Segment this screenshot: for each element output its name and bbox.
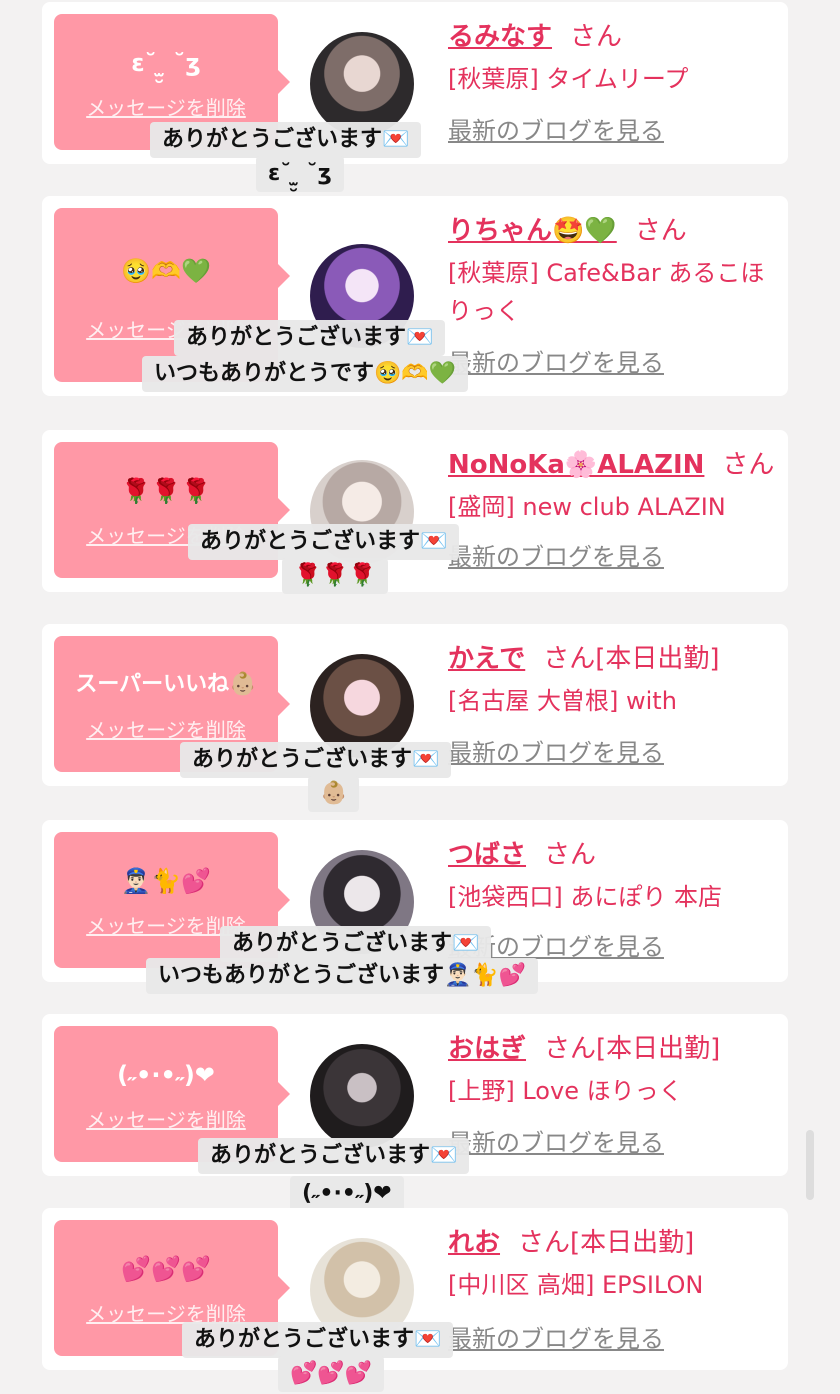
- sender-name-row: NoNoKa🌸ALAZIN さん: [448, 448, 788, 482]
- caption-line: ありがとうございます💌: [150, 122, 422, 158]
- blog-link[interactable]: 最新のブログを見る: [448, 542, 664, 572]
- scrollbar[interactable]: [806, 1130, 814, 1200]
- sender-name-link[interactable]: るみなす: [448, 22, 552, 52]
- shop-name: [名古屋 大曽根] with: [448, 687, 677, 715]
- shop-name: [池袋西口] あにぽり 本店: [448, 883, 722, 911]
- delete-message-link[interactable]: メッセージを削除: [54, 1108, 278, 1132]
- blog-link[interactable]: 最新のブログを見る: [448, 1128, 664, 1158]
- honorific: さん: [634, 216, 687, 246]
- sender-name-row: かえで さん[本日出勤]: [448, 642, 788, 676]
- caption-line: 💕💕💕: [278, 1356, 385, 1392]
- honorific: さん: [543, 644, 596, 674]
- message-text: スーパーいいね👶🏼: [75, 672, 257, 697]
- blog-link[interactable]: 最新のブログを見る: [448, 1324, 664, 1354]
- honorific: さん: [544, 1034, 597, 1064]
- caption-line: 🌹🌹🌹: [282, 558, 389, 594]
- message-card: 🌹🌹🌹 メッセージを削除 NoNoKa🌸ALAZIN さん [盛岡] new cl…: [42, 430, 788, 592]
- shop-name: [秋葉原] タイムリープ: [448, 65, 689, 93]
- message-text: 💕💕💕: [121, 1255, 211, 1283]
- sender-name-link[interactable]: おはぎ: [448, 1034, 526, 1064]
- avatar[interactable]: [310, 32, 414, 136]
- caption-line: (˶•·•˶)❤: [290, 1176, 404, 1212]
- caption-line: ありがとうございます💌: [198, 1138, 470, 1174]
- honorific: さん: [544, 840, 597, 870]
- caption-line: ありがとうございます💌: [180, 742, 452, 778]
- sender-name-row: つばさ さん: [448, 838, 788, 872]
- delete-message-link[interactable]: メッセージを削除: [54, 718, 278, 742]
- caption-line: ありがとうございます💌: [174, 320, 446, 356]
- honorific: さん: [518, 1228, 571, 1258]
- sender-name-row: おはぎ さん[本日出勤]: [448, 1032, 788, 1066]
- sender-name-link[interactable]: つばさ: [448, 840, 526, 870]
- shop-name: [秋葉原] Cafe&Bar あるこほりっく: [448, 259, 765, 325]
- blog-link[interactable]: 最新のブログを見る: [448, 348, 664, 378]
- message-text: (˶•·•˶)❤: [117, 1061, 215, 1089]
- status-badge: [本日出勤]: [595, 644, 720, 674]
- sender-name-row: るみなす さん: [448, 20, 788, 54]
- caption-line: いつもありがとうございます👮🏻‍♂️🐈💕: [146, 958, 539, 994]
- honorific: さん: [570, 22, 623, 52]
- shop-name: [上野] Love ほりっく: [448, 1077, 683, 1105]
- status-badge: [本日出勤]: [570, 1228, 695, 1258]
- message-list: ɛ˘ ̫̮ ˘ʒ メッセージを削除 るみなす さん [秋葉原] タイムリープ 最新…: [0, 0, 840, 1394]
- caption-line: ありがとうございます💌: [220, 926, 492, 962]
- honorific: さん: [722, 450, 775, 480]
- blog-link[interactable]: 最新のブログを見る: [448, 116, 664, 146]
- sender-name-link[interactable]: れお: [448, 1228, 500, 1258]
- sender-name-link[interactable]: りちゃん🤩💚: [448, 216, 617, 246]
- message-text: 🥹🫶💚: [121, 257, 211, 285]
- sender-name-row: りちゃん🤩💚 さん: [448, 214, 788, 248]
- caption-line: いつもありがとうです🥹🫶💚: [142, 356, 469, 392]
- message-text: ɛ˘ ̫̮ ˘ʒ: [131, 49, 201, 77]
- shop-name: [中川区 高畑] EPSILON: [448, 1271, 704, 1299]
- caption-line: ありがとうございます💌: [182, 1322, 454, 1358]
- caption-line: ありがとうございます💌: [188, 524, 460, 560]
- sender-name-link[interactable]: NoNoKa🌸ALAZIN: [448, 450, 704, 480]
- sender-name-link[interactable]: かえで: [448, 644, 525, 674]
- sender-name-row: れお さん[本日出勤]: [448, 1226, 788, 1260]
- delete-message-link[interactable]: メッセージを削除: [54, 96, 278, 120]
- avatar[interactable]: [310, 1044, 414, 1148]
- shop-name: [盛岡] new club ALAZIN: [448, 493, 726, 521]
- caption-line: 👶🏼: [308, 776, 360, 812]
- caption-line: ɛ˘ ̫̮ ˘ʒ: [256, 156, 344, 192]
- status-badge: [本日出勤]: [596, 1034, 721, 1064]
- message-text: 🌹🌹🌹: [121, 477, 211, 505]
- blog-link[interactable]: 最新のブログを見る: [448, 738, 664, 768]
- message-text: 👮🏻‍♂️🐈💕: [121, 867, 211, 895]
